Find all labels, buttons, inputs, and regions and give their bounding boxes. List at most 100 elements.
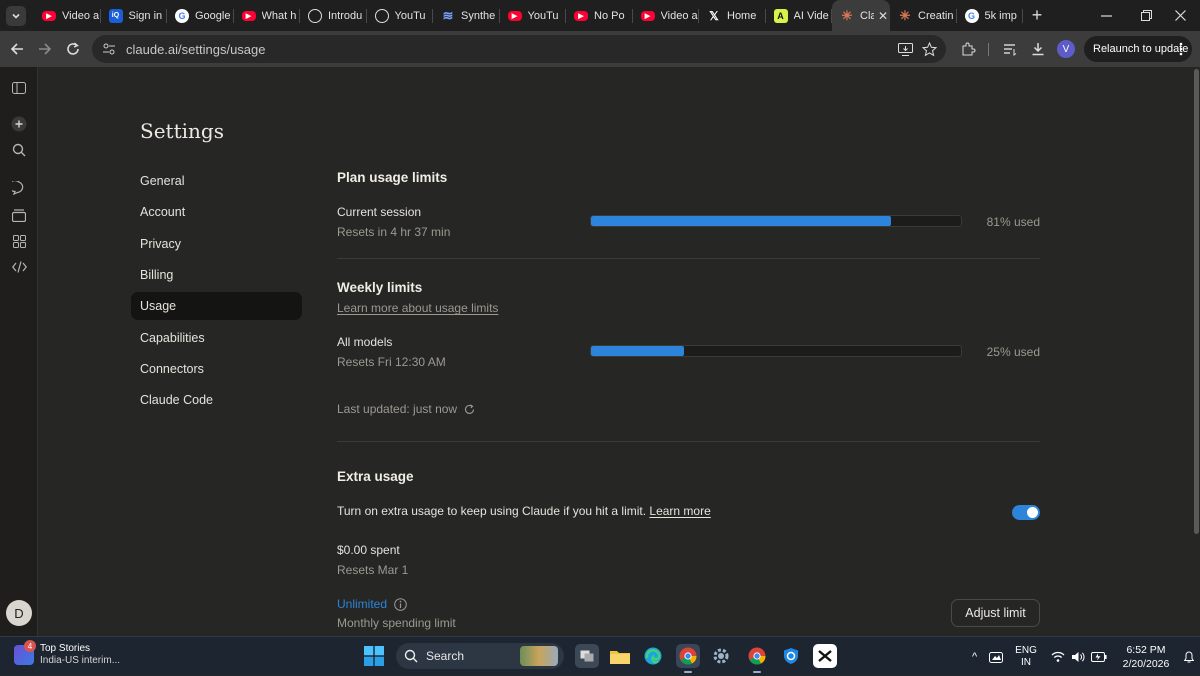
- code-icon[interactable]: [10, 258, 28, 276]
- onedrive-tray-icon[interactable]: [989, 650, 1004, 664]
- browser-tab[interactable]: G Google: [167, 0, 234, 31]
- chrome-icon[interactable]: [676, 644, 700, 673]
- back-button[interactable]: [3, 35, 31, 63]
- page-scrollbar[interactable]: [1193, 67, 1200, 636]
- artifacts-icon[interactable]: [10, 232, 28, 250]
- claude-icon: ✳: [841, 7, 853, 23]
- tab-title: Home: [727, 9, 757, 22]
- all-models-progress: [590, 345, 962, 357]
- file-explorer-icon[interactable]: [608, 644, 632, 668]
- defender-icon[interactable]: [779, 644, 803, 668]
- reading-list-icon[interactable]: [1000, 39, 1020, 59]
- browser-toolbar: claude.ai/settings/usage V Relaunch to u…: [0, 31, 1200, 67]
- settings-gear-icon[interactable]: [709, 644, 733, 668]
- page-title: Settings: [140, 119, 224, 143]
- bookmark-star-icon[interactable]: [919, 39, 939, 59]
- tab-title: Synthe: [461, 9, 496, 22]
- settings-nav-capabilities[interactable]: Capabilities: [131, 324, 302, 352]
- chrome-profile-icon[interactable]: [745, 644, 769, 673]
- extensions-icon[interactable]: [958, 39, 978, 59]
- browser-tab[interactable]: G 5k imp: [957, 0, 1024, 31]
- profile-avatar[interactable]: V: [1057, 40, 1075, 58]
- browser-tab[interactable]: A AI Vide: [766, 0, 833, 31]
- settings-nav-general[interactable]: General: [131, 167, 302, 195]
- tab-title: 5k imp: [984, 9, 1017, 22]
- tray-overflow-chevron-icon[interactable]: ^: [972, 651, 977, 663]
- downloads-icon[interactable]: [1028, 39, 1048, 59]
- browser-tab[interactable]: ≋ Synthe: [433, 0, 500, 31]
- browser-tab[interactable]: ▶ YouTu: [500, 0, 567, 31]
- extra-usage-heading: Extra usage: [337, 469, 414, 484]
- extra-usage-learn-more-link[interactable]: Learn more: [649, 504, 710, 518]
- chats-icon[interactable]: [10, 179, 28, 197]
- user-avatar[interactable]: D: [6, 600, 32, 626]
- taskbar-search-label: Search: [426, 649, 465, 663]
- wifi-icon[interactable]: [1051, 651, 1065, 662]
- site-settings-icon[interactable]: [102, 42, 116, 56]
- sidebar-toggle-icon[interactable]: [10, 79, 28, 97]
- settings-nav-billing[interactable]: Billing: [131, 261, 302, 289]
- capcut-icon[interactable]: [813, 644, 837, 668]
- google-icon: G: [964, 8, 979, 23]
- battery-icon[interactable]: [1090, 651, 1107, 662]
- windows-start-icon[interactable]: [364, 646, 384, 666]
- new-chat-icon[interactable]: [10, 115, 28, 133]
- input-language[interactable]: ENG IN: [1015, 645, 1037, 669]
- close-window-button[interactable]: [1160, 0, 1200, 31]
- weekly-limits-heading: Weekly limits: [337, 280, 423, 295]
- reload-button[interactable]: [59, 35, 87, 63]
- settings-nav-claude-code[interactable]: Claude Code: [131, 386, 302, 414]
- search-icon[interactable]: [10, 141, 28, 159]
- relaunch-button[interactable]: Relaunch to update: [1084, 36, 1192, 62]
- settings-nav-privacy[interactable]: Privacy: [131, 230, 302, 258]
- system-clock[interactable]: 6:52 PM 2/20/2026: [1118, 643, 1174, 671]
- windows-taskbar: 4 Top Stories India-US interim... Search: [0, 636, 1200, 675]
- news-widget[interactable]: 4 Top Stories India-US interim...: [14, 640, 120, 667]
- last-updated: Last updated: just now: [337, 402, 475, 416]
- info-icon[interactable]: [394, 597, 407, 611]
- browser-tab[interactable]: ✳ Creatin: [890, 0, 957, 31]
- settings-nav-connectors[interactable]: Connectors: [131, 355, 302, 383]
- scrollbar-thumb[interactable]: [1194, 69, 1199, 534]
- settings-nav-usage[interactable]: Usage: [131, 292, 302, 321]
- install-app-icon[interactable]: [895, 39, 915, 59]
- current-session-used: 81% used: [986, 215, 1040, 229]
- projects-icon[interactable]: [10, 206, 28, 224]
- youtube-icon: ▶: [507, 10, 522, 21]
- news-badge: 4: [24, 640, 36, 652]
- notification-bell-icon[interactable]: [1184, 651, 1194, 663]
- youtube-icon: ▶: [241, 10, 256, 21]
- volume-icon[interactable]: [1071, 651, 1085, 663]
- browser-tab[interactable]: ▶ What h: [234, 0, 301, 31]
- url-text: claude.ai/settings/usage: [126, 41, 266, 57]
- new-tab-button[interactable]: +: [1023, 5, 1051, 26]
- language-top: ENG: [1015, 644, 1037, 656]
- system-tray: ^ ENG IN: [972, 637, 1107, 676]
- tab-title: No Po: [594, 9, 625, 22]
- browser-tab[interactable]: 𝕏 Home: [699, 0, 766, 31]
- taskbar-search[interactable]: Search: [396, 643, 564, 669]
- usage-limits-learn-more-link[interactable]: Learn more about usage limits: [337, 301, 498, 315]
- adjust-limit-button[interactable]: Adjust limit: [951, 599, 1040, 627]
- tab-search-button[interactable]: [6, 5, 26, 26]
- extra-usage-toggle[interactable]: [1012, 505, 1040, 520]
- tab-title: Video a: [62, 9, 100, 22]
- settings-nav-account[interactable]: Account: [131, 198, 302, 226]
- browser-tab[interactable]: YouTu: [367, 0, 434, 31]
- browser-tab[interactable]: Introdu: [300, 0, 367, 31]
- refresh-icon[interactable]: [464, 403, 475, 415]
- spent-amount: $0.00 spent: [337, 543, 400, 557]
- more-menu-icon[interactable]: [1179, 42, 1183, 56]
- minimize-button[interactable]: [1086, 0, 1126, 31]
- browser-tab[interactable]: iQ Sign in: [101, 0, 168, 31]
- edge-icon[interactable]: [641, 644, 665, 668]
- close-tab-icon[interactable]: ✕: [878, 9, 888, 23]
- task-view-icon[interactable]: [575, 644, 599, 668]
- youtube-icon: ▶: [640, 10, 655, 21]
- browser-tab[interactable]: ▶ Video a: [34, 0, 101, 31]
- browser-tab[interactable]: ▶ No Po: [566, 0, 633, 31]
- browser-tab[interactable]: ▶ Video a: [633, 0, 700, 31]
- address-bar[interactable]: claude.ai/settings/usage: [92, 35, 946, 63]
- browser-tab[interactable]: ✳ Cla ✕: [832, 0, 890, 31]
- forward-button[interactable]: [31, 35, 59, 63]
